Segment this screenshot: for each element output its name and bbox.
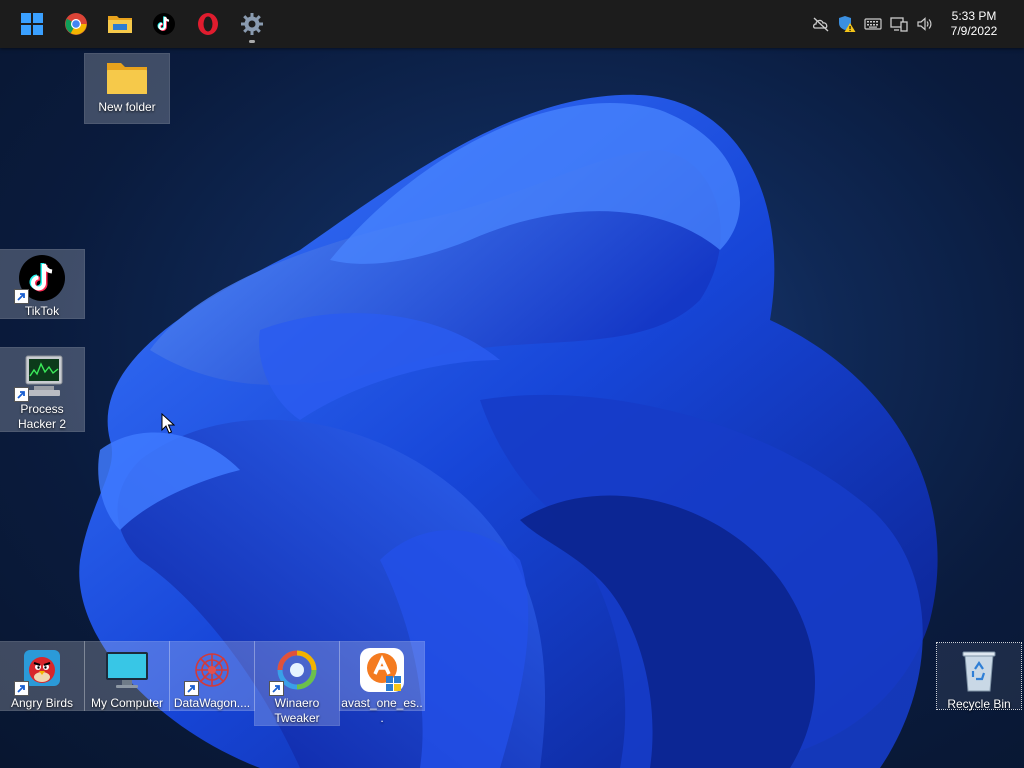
mouse-cursor-icon (161, 412, 176, 439)
display-icon (890, 17, 908, 32)
desktop-icon-winaero-tweaker[interactable]: Winaero Tweaker (254, 641, 340, 726)
tray-security-button[interactable] (834, 0, 860, 48)
taskbar: 5:33 PM 7/9/2022 (0, 0, 1024, 48)
start-button[interactable] (12, 4, 52, 44)
clock-date: 7/9/2022 (950, 24, 998, 38)
desktop-icon-label: New folder (98, 100, 156, 114)
taskbar-opera-button[interactable] (188, 4, 228, 44)
desktop-icon-avast-installer[interactable]: avast_one_es... (339, 641, 425, 725)
tray-volume-button[interactable] (912, 0, 938, 48)
folder-icon (107, 63, 147, 94)
desktop-icon-label: Process Hacker 2 (17, 402, 67, 431)
shortcut-arrow-icon (184, 681, 199, 696)
desktop-icon-label: TikTok (24, 304, 60, 318)
security-warning-icon (839, 16, 856, 32)
avast-icon (360, 648, 404, 692)
taskbar-settings-button[interactable] (232, 4, 272, 44)
tiktok-icon (153, 13, 175, 35)
taskbar-chrome-button[interactable] (56, 4, 96, 44)
desktop-icon-label: Winaero Tweaker (274, 696, 320, 725)
desktop-icon-label: DataWagon.... (173, 696, 251, 710)
taskbar-file-explorer-button[interactable] (100, 4, 140, 44)
volume-icon (917, 17, 932, 31)
desktop-icon-label: Angry Birds (10, 696, 74, 710)
desktop-icon-process-hacker[interactable]: Process Hacker 2 (0, 347, 85, 432)
tray-network-button[interactable] (808, 0, 834, 48)
tray-display-button[interactable] (886, 0, 912, 48)
recycle-bin-icon (962, 651, 996, 692)
shortcut-arrow-icon (14, 681, 29, 696)
shortcut-arrow-icon (269, 681, 284, 696)
gear-icon (241, 13, 263, 35)
network-off-icon (812, 17, 829, 32)
monitor-icon (106, 652, 148, 688)
shortcut-arrow-icon (14, 387, 29, 402)
desktop-icon-label: avast_one_es... (341, 696, 423, 725)
desktop-icon-tiktok[interactable]: TikTok (0, 249, 85, 319)
tray-keyboard-button[interactable] (860, 0, 886, 48)
desktop-icon-angry-birds[interactable]: Angry Birds (0, 641, 85, 711)
clock-time: 5:33 PM (951, 9, 997, 23)
keyboard-icon (864, 18, 882, 30)
desktop-icon-new-folder[interactable]: New folder (84, 53, 170, 124)
active-app-indicator (249, 40, 255, 43)
desktop-icon-recycle-bin[interactable]: Recycle Bin (936, 642, 1022, 711)
system-tray (808, 0, 938, 48)
folder-icon (108, 16, 132, 33)
chrome-icon (65, 13, 87, 35)
desktop-icon-label: Recycle Bin (947, 697, 1011, 711)
shortcut-arrow-icon (14, 289, 29, 304)
clock[interactable]: 5:33 PM 7/9/2022 (942, 9, 1006, 39)
desktop-icon-datawagon[interactable]: DataWagon.... (169, 641, 255, 711)
desktop-icon-my-computer[interactable]: My Computer (84, 641, 170, 711)
windows-logo-icon (21, 13, 43, 35)
opera-icon (198, 13, 218, 35)
desktop-icon-label: My Computer (90, 696, 164, 710)
taskbar-tiktok-button[interactable] (144, 4, 184, 44)
